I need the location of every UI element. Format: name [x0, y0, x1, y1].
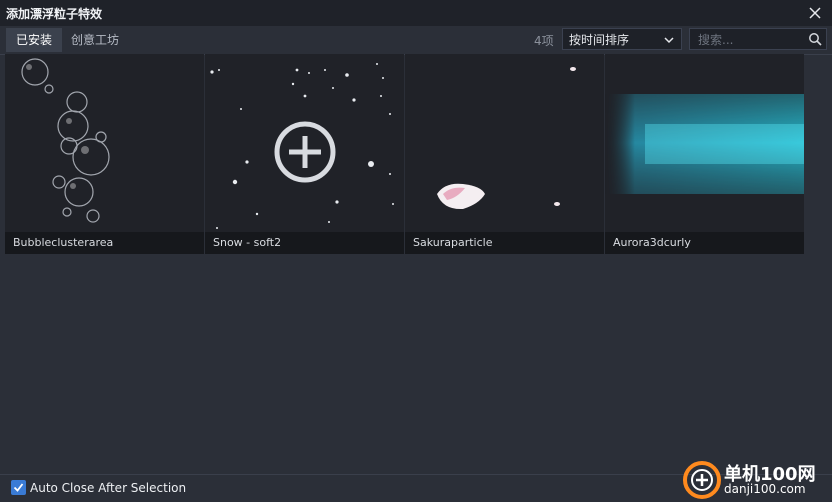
watermark-line2: danji100.com: [724, 482, 806, 496]
item-count: 4项: [534, 34, 554, 48]
effect-name: Bubbleclusterarea: [5, 232, 204, 254]
effect-tile-sakuraparticle[interactable]: Sakuraparticle: [405, 54, 604, 254]
tab-workshop[interactable]: 创意工坊: [61, 28, 129, 52]
search-icon[interactable]: [808, 32, 822, 46]
auto-close-checkbox[interactable]: [11, 480, 26, 495]
sort-selected-value: 按时间排序: [569, 33, 630, 47]
auto-close-label: Auto Close After Selection: [30, 481, 187, 495]
title-bar: 添加漂浮粒子特效: [0, 0, 832, 26]
sort-dropdown[interactable]: 按时间排序: [562, 28, 682, 50]
site-watermark: 单机100网 danji100.com: [680, 458, 830, 500]
search-box: [689, 28, 827, 51]
effect-thumbnail: [605, 54, 804, 232]
effect-tile-bubbleclusterarea[interactable]: Bubbleclusterarea: [5, 54, 204, 254]
effect-thumbnail: [205, 54, 404, 232]
search-input[interactable]: [690, 29, 812, 51]
effect-tile-snow-soft2[interactable]: Snow - soft2: [205, 54, 404, 254]
effect-thumbnail: [405, 54, 604, 232]
effect-name: Aurora3dcurly: [605, 232, 804, 254]
watermark-logo-icon: [683, 461, 721, 499]
close-icon: [809, 7, 821, 19]
checkmark-icon: [13, 483, 24, 492]
tab-installed[interactable]: 已安装: [6, 28, 63, 52]
effect-tile-aurora3dcurly[interactable]: Aurora3dcurly: [605, 54, 804, 254]
effect-name: Snow - soft2: [205, 232, 404, 254]
effect-name: Sakuraparticle: [405, 232, 604, 254]
effect-thumbnail: [5, 54, 204, 232]
chevron-down-icon: [664, 37, 674, 44]
close-button[interactable]: [806, 4, 824, 22]
window-title: 添加漂浮粒子特效: [6, 6, 103, 21]
toolbar: 已安装 创意工坊 4项 按时间排序: [0, 26, 832, 55]
effect-grid: Bubbleclusterarea Snow - soft2 Sakurapar…: [5, 54, 805, 254]
